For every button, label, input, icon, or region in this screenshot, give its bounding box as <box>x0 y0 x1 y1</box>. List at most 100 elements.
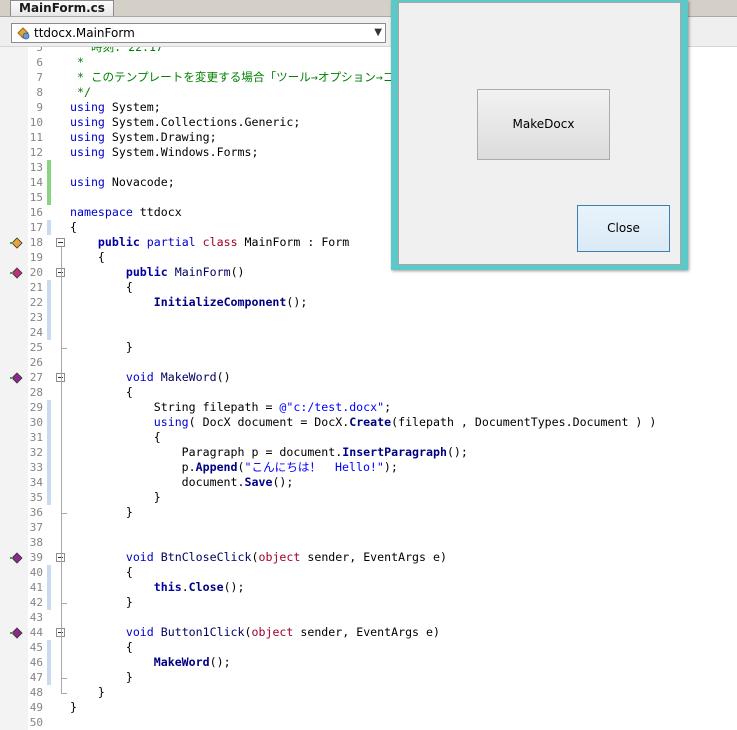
change-marker <box>47 595 51 610</box>
fold-end-marker <box>61 678 67 679</box>
code-text: MakeWord(); <box>153 655 231 669</box>
form-client-area: MakeDocx Close <box>398 2 681 265</box>
fold-guide <box>61 562 62 603</box>
code-text: namespace ttdocx <box>70 205 182 219</box>
code-line[interactable]: 50 <box>0 715 737 730</box>
code-line[interactable]: 28 { <box>0 385 737 400</box>
code-line[interactable]: 34 document.Save(); <box>0 475 737 490</box>
code-text: using System.Collections.Generic; <box>70 115 301 129</box>
code-text: { <box>70 565 133 579</box>
line-number: 29 <box>29 401 43 414</box>
tab-mainform-cs[interactable]: MainForm.cs <box>10 0 114 16</box>
class-selector-dropdown[interactable]: ttdocx.MainForm ▼ <box>11 23 386 43</box>
change-marker <box>47 565 51 580</box>
code-line[interactable]: 43 <box>0 610 737 625</box>
line-number: 49 <box>29 701 43 714</box>
code-text: } <box>70 700 77 714</box>
code-text: } <box>70 505 133 519</box>
code-line[interactable]: 27 void MakeWord() <box>0 370 737 385</box>
code-line[interactable]: 36 } <box>0 505 737 520</box>
code-line[interactable]: 40 { <box>0 565 737 580</box>
line-number: 42 <box>29 596 43 609</box>
code-text: { <box>70 640 133 654</box>
line-number: 46 <box>29 656 43 669</box>
change-marker <box>47 400 51 415</box>
code-text: { <box>70 385 133 399</box>
line-number: 11 <box>29 131 43 144</box>
code-line[interactable]: 25 } <box>0 340 737 355</box>
line-number: 6 <box>36 56 43 69</box>
make-docx-button[interactable]: MakeDocx <box>477 89 610 160</box>
code-text: } <box>70 685 105 699</box>
code-line[interactable]: 33 p.Append("こんにちは！ Hello!"); <box>0 460 737 475</box>
close-button[interactable]: Close <box>577 205 670 252</box>
code-line[interactable]: 32 Paragraph p = document.InsertParagrap… <box>0 445 737 460</box>
code-line[interactable]: 45 { <box>0 640 737 655</box>
code-line[interactable]: 39 void BtnCloseClick(object sender, Eve… <box>0 550 737 565</box>
change-marker <box>47 220 51 235</box>
code-text: String filepath = @"c:/test.docx"; <box>70 400 392 414</box>
line-number: 47 <box>29 671 43 684</box>
line-number: 30 <box>29 416 43 429</box>
line-number: 28 <box>29 386 43 399</box>
code-text: * <box>70 55 84 69</box>
code-text: void BtnCloseClick(object sender, EventA… <box>125 550 447 564</box>
code-line[interactable]: 42 } <box>0 595 737 610</box>
code-text: } <box>70 490 161 504</box>
line-number: 5 <box>36 47 43 54</box>
line-number: 38 <box>29 536 43 549</box>
line-number: 36 <box>29 506 43 519</box>
line-number: 31 <box>29 431 43 444</box>
change-marker <box>47 580 51 595</box>
line-number: 41 <box>29 581 43 594</box>
code-line[interactable]: 35 } <box>0 490 737 505</box>
chevron-down-icon[interactable]: ▼ <box>374 24 382 42</box>
change-marker <box>47 670 51 685</box>
code-text: public partial class MainForm : Form <box>97 235 350 249</box>
change-marker <box>47 415 51 430</box>
line-number: 43 <box>29 611 43 624</box>
class-selector-value: ttdocx.MainForm <box>34 26 135 40</box>
line-number: 7 <box>36 71 43 84</box>
code-text: void MakeWord() <box>125 370 231 384</box>
code-line[interactable]: 30 using( DocX document = DocX.Create(fi… <box>0 415 737 430</box>
line-number: 14 <box>29 176 43 189</box>
code-line[interactable]: 31 { <box>0 430 737 445</box>
line-number: 50 <box>29 716 43 729</box>
code-line[interactable]: 29 String filepath = @"c:/test.docx"; <box>0 400 737 415</box>
line-number: 33 <box>29 461 43 474</box>
form-window: MakeDocx Close <box>391 0 688 270</box>
code-line[interactable]: 37 <box>0 520 737 535</box>
method-icon <box>10 372 23 384</box>
code-line[interactable]: 24 <box>0 325 737 340</box>
code-line[interactable]: 21 { <box>0 280 737 295</box>
change-marker <box>47 475 51 490</box>
code-text: */ <box>70 85 91 99</box>
change-marker <box>47 295 51 310</box>
code-line[interactable]: 48 } <box>0 685 737 700</box>
code-text: p.Append("こんにちは！ Hello!"); <box>70 460 398 474</box>
change-marker <box>47 325 51 340</box>
line-number: 37 <box>29 521 43 534</box>
code-line[interactable]: 46 MakeWord(); <box>0 655 737 670</box>
line-number: 48 <box>29 686 43 699</box>
line-number: 23 <box>29 311 43 324</box>
code-line[interactable]: 47 } <box>0 670 737 685</box>
change-marker <box>47 640 51 655</box>
line-number: 19 <box>29 251 43 264</box>
change-marker <box>47 490 51 505</box>
change-marker <box>47 190 51 205</box>
fold-toggle-icon[interactable] <box>56 238 65 247</box>
code-text: { <box>70 250 105 264</box>
code-line[interactable]: 41 this.Close(); <box>0 580 737 595</box>
line-number: 8 <box>36 86 43 99</box>
code-line[interactable]: 49} <box>0 700 737 715</box>
code-line[interactable]: 44 void Button1Click(object sender, Even… <box>0 625 737 640</box>
code-line[interactable]: 22 InitializeComponent(); <box>0 295 737 310</box>
code-line[interactable]: 23 <box>0 310 737 325</box>
code-text: using Novacode; <box>70 175 175 189</box>
line-number: 40 <box>29 566 43 579</box>
code-line[interactable]: 38 <box>0 535 737 550</box>
code-line[interactable]: 26 <box>0 355 737 370</box>
line-number: 35 <box>29 491 43 504</box>
